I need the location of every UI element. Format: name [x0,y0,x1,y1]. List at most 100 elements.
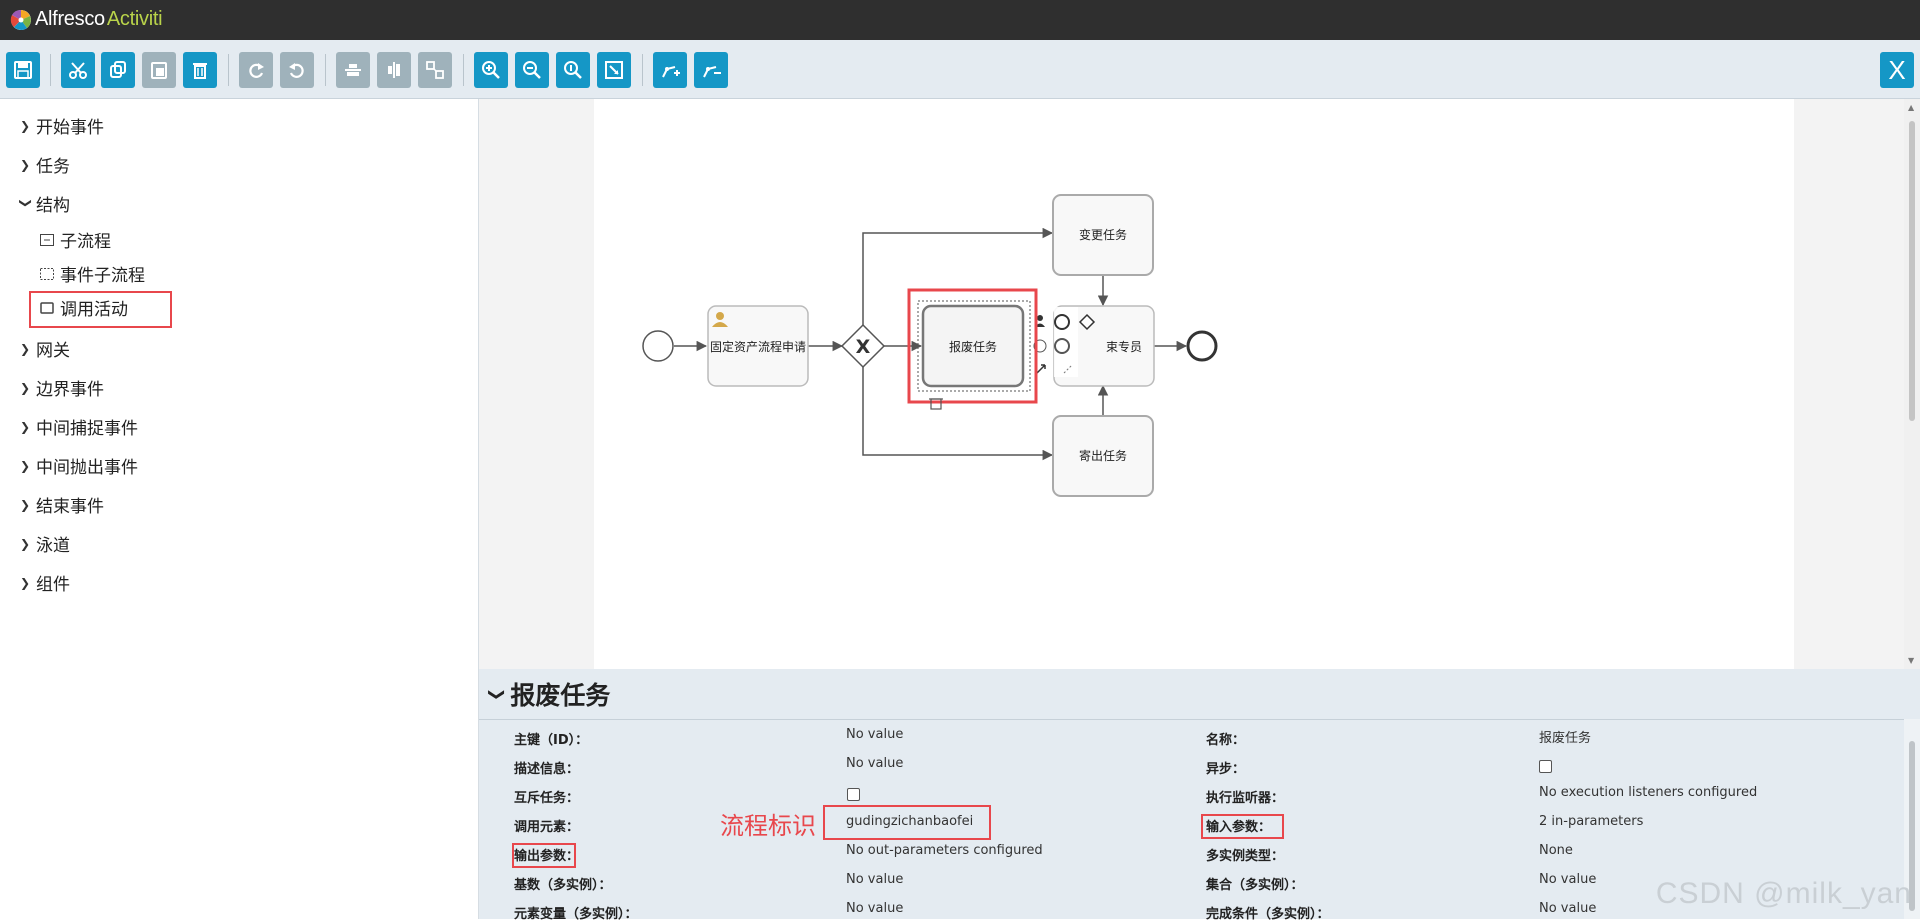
chevron-right-icon: ❯ [20,575,31,590]
prop-value-in-params[interactable]: 2 in-parameters [1539,814,1643,829]
close-editor-button[interactable]: X [1880,52,1914,88]
toolbar-divider [228,54,229,86]
prop-label-documentation: 描述信息： [514,762,580,777]
start-event[interactable] [642,330,674,362]
palette-group-tasks[interactable]: ❯ 任务 [20,152,70,177]
prop-value-id[interactable]: No value [846,727,903,742]
align-vertical-button[interactable] [377,52,411,88]
prop-value-documentation[interactable]: No value [846,756,903,771]
highlight-out-params [512,843,576,868]
save-button[interactable] [6,52,40,88]
prop-value-completion-condition[interactable]: No value [1539,901,1596,916]
product-name: Activiti [106,8,163,30]
prop-checkbox-async[interactable] [1539,760,1552,773]
prop-label-multi-instance-type: 多实例类型： [1206,849,1285,864]
redo-button[interactable] [239,52,273,88]
end-event[interactable] [1186,330,1218,362]
remove-bendpoint-icon [703,66,721,78]
quick-end-event-icon[interactable] [1054,338,1070,354]
palette-item-subprocess[interactable]: 子流程 [40,227,111,252]
prop-label-id: 主键（ID）： [514,733,589,748]
chevron-right-icon: ❯ [20,419,31,434]
delete-button[interactable] [183,52,217,88]
zoom-actual-icon [564,61,582,79]
zoom-in-button[interactable] [474,52,508,88]
prop-label-cardinality: 基数（多实例）： [514,878,612,893]
toolbar-divider [642,54,643,86]
annotation-process-key: 流程标识 [720,812,816,840]
palette-group-intermediate-throw[interactable]: ❯ 中间抛出事件 [20,453,138,478]
bpmn-diagram: 固定资产流程申请 X 变更任务 寄出任务 束专员 报废任务 [642,194,1218,497]
add-bendpoint-button[interactable] [653,52,687,88]
chevron-right-icon: ❯ [20,118,31,133]
zoom-in-icon [482,61,500,79]
copy-icon [110,61,126,78]
save-icon [14,61,32,79]
palette-group-start-events[interactable]: ❯ 开始事件 [20,113,104,138]
highlight-called-element [823,805,991,840]
prop-value-cardinality[interactable]: No value [846,872,903,887]
zoom-fit-button[interactable] [597,52,631,88]
remove-bendpoint-button[interactable] [694,52,728,88]
properties-title: 报废任务 [510,681,611,710]
delete-icon [193,63,207,79]
quick-flow-icon[interactable] [1036,364,1046,374]
same-size-button[interactable] [418,52,452,88]
prop-value-multi-instance-type[interactable]: None [1539,843,1573,858]
palette-group-artifacts[interactable]: ❯ 组件 [20,570,70,595]
task-change-label: 变更任务 [1079,227,1127,242]
chevron-right-icon: ❯ [20,341,31,356]
cut-button[interactable] [61,52,95,88]
diagram-canvas[interactable]: 固定资产流程申请 X 变更任务 寄出任务 束专员 报废任务 [594,99,1794,669]
scroll-down-icon[interactable]: ▼ [1908,656,1914,665]
task-apply-label: 固定资产流程申请 [710,339,806,354]
palette-group-boundary-events[interactable]: ❯ 边界事件 [20,375,104,400]
cut-icon [69,62,87,79]
palette-group-intermediate-catch[interactable]: ❯ 中间捕捉事件 [20,414,138,439]
subprocess-icon [40,233,54,246]
highlight-in-params [1201,814,1284,839]
prop-checkbox-exclusive[interactable] [847,788,860,801]
palette-group-structural[interactable]: ❯ 结构 [19,191,70,216]
scrollbar-thumb[interactable] [1909,121,1915,421]
zoom-actual-button[interactable] [556,52,590,88]
palette-group-end-events[interactable]: ❯ 结束事件 [20,492,104,517]
add-bendpoint-icon [662,66,680,78]
prop-value-element-variable[interactable]: No value [846,901,903,916]
copy-button[interactable] [101,52,135,88]
prop-value-execution-listeners[interactable]: No execution listeners configured [1539,785,1757,800]
scroll-up-icon[interactable]: ▲ [1908,103,1914,112]
same-size-icon [426,61,444,79]
task-specialist-label: 束专员 [1106,339,1142,354]
palette-item-event-subprocess[interactable]: 事件子流程 [40,261,145,286]
quick-start-event-icon[interactable] [1054,314,1070,330]
prop-value-out-params[interactable]: No out-parameters configured [846,843,1043,858]
chevron-down-icon: ❯ [19,197,33,208]
watermark: CSDN @milk_yan [1655,877,1912,910]
palette-group-gateways[interactable]: ❯ 网关 [20,336,70,361]
gateway-x-mark: X [856,336,871,358]
prop-label-exclusive: 互斥任务： [514,791,580,806]
align-horizontal-button[interactable] [336,52,370,88]
toolbar-divider [50,54,51,86]
prop-value-collection[interactable]: No value [1539,872,1596,887]
undo-button[interactable] [280,52,314,88]
app-logo: Alfresco Activiti [10,8,163,31]
palette-group-swimlanes[interactable]: ❯ 泳道 [20,531,70,556]
chevron-right-icon: ❯ [20,380,31,395]
shape-palette: ❯ 开始事件 ❯ 任务 ❯ 结构 子流程 事件子流程 调用活动 ❯ 网关 ❯ 边界事件 ❯… [0,99,479,919]
event-subprocess-icon [40,267,54,280]
task-scrap-label: 报废任务 [949,339,997,354]
paste-button[interactable] [142,52,176,88]
align-vertical-icon [388,62,400,78]
undo-icon [289,63,304,78]
prop-label-called-element: 调用元素： [514,820,580,835]
zoom-out-button[interactable] [515,52,549,88]
canvas-area: 固定资产流程申请 X 变更任务 寄出任务 束专员 报废任务 ▲ ▼ [479,99,1920,669]
prop-value-name[interactable]: 报废任务 [1539,727,1591,746]
chevron-down-icon: ❯ [488,687,508,701]
redo-icon [249,63,264,78]
properties-header[interactable]: ❯ 报废任务 [479,669,1920,720]
canvas-scrollbar[interactable]: ▲ ▼ [1904,99,1920,669]
align-horizontal-icon [345,64,361,76]
